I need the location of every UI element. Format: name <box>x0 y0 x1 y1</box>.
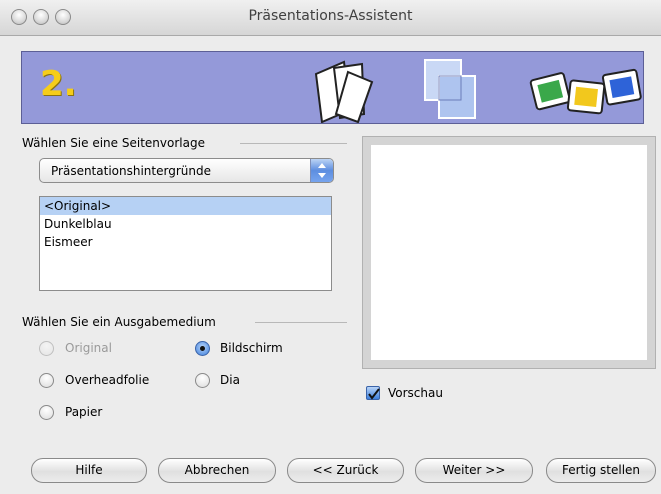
output-medium-group-label: Wählen Sie ein Ausgabemedium <box>22 315 216 329</box>
radio-overheadfolie[interactable] <box>39 373 54 388</box>
window-title: Präsentations-Assistent <box>248 8 413 24</box>
list-item-eismeer[interactable]: Eismeer <box>40 233 331 251</box>
layers-icon <box>424 59 476 119</box>
finish-button[interactable]: Fertig stellen <box>546 458 656 483</box>
page-template-group-text: Wählen Sie eine Seitenvorlage <box>22 136 205 150</box>
next-button[interactable]: Weiter >> <box>415 458 533 483</box>
template-list[interactable]: <Original> Dunkelblau Eismeer <box>39 196 332 291</box>
help-button[interactable]: Hilfe <box>31 458 147 483</box>
group-divider <box>255 322 347 323</box>
radio-bildschirm[interactable] <box>195 341 210 356</box>
preview-checkbox-label: Vorschau <box>388 386 443 400</box>
radio-dia[interactable] <box>195 373 210 388</box>
radio-original-label: Original <box>65 341 112 355</box>
radio-bildschirm-label: Bildschirm <box>220 341 283 355</box>
step-number: 2. <box>40 64 77 104</box>
wizard-banner: 2. <box>21 51 644 124</box>
template-category-value: Präsentationshintergründe <box>51 164 211 178</box>
output-medium-group-text: Wählen Sie ein Ausgabemedium <box>22 315 216 329</box>
radio-dia-label: Dia <box>220 373 240 387</box>
back-button[interactable]: << Zurück <box>287 458 404 483</box>
check-icon <box>368 388 380 400</box>
list-item-dunkelblau[interactable]: Dunkelblau <box>40 215 331 233</box>
preview-checkbox[interactable] <box>366 386 380 400</box>
slides-icon <box>529 68 642 115</box>
title-bar: Präsentations-Assistent <box>0 0 661 36</box>
radio-overheadfolie-label: Overheadfolie <box>65 373 150 387</box>
template-category-popup[interactable]: Präsentationshintergründe <box>39 158 334 183</box>
stepper-arrows-icon <box>310 159 333 182</box>
radio-papier[interactable] <box>39 405 54 420</box>
radio-original[interactable] <box>39 341 54 356</box>
radio-papier-label: Papier <box>65 405 103 419</box>
preview-pane <box>362 136 656 369</box>
cancel-button[interactable]: Abbrechen <box>158 458 276 483</box>
group-divider <box>240 143 347 144</box>
page-template-group-label: Wählen Sie eine Seitenvorlage <box>22 136 205 150</box>
list-item-original[interactable]: <Original> <box>40 197 331 215</box>
pages-icon <box>314 60 374 123</box>
